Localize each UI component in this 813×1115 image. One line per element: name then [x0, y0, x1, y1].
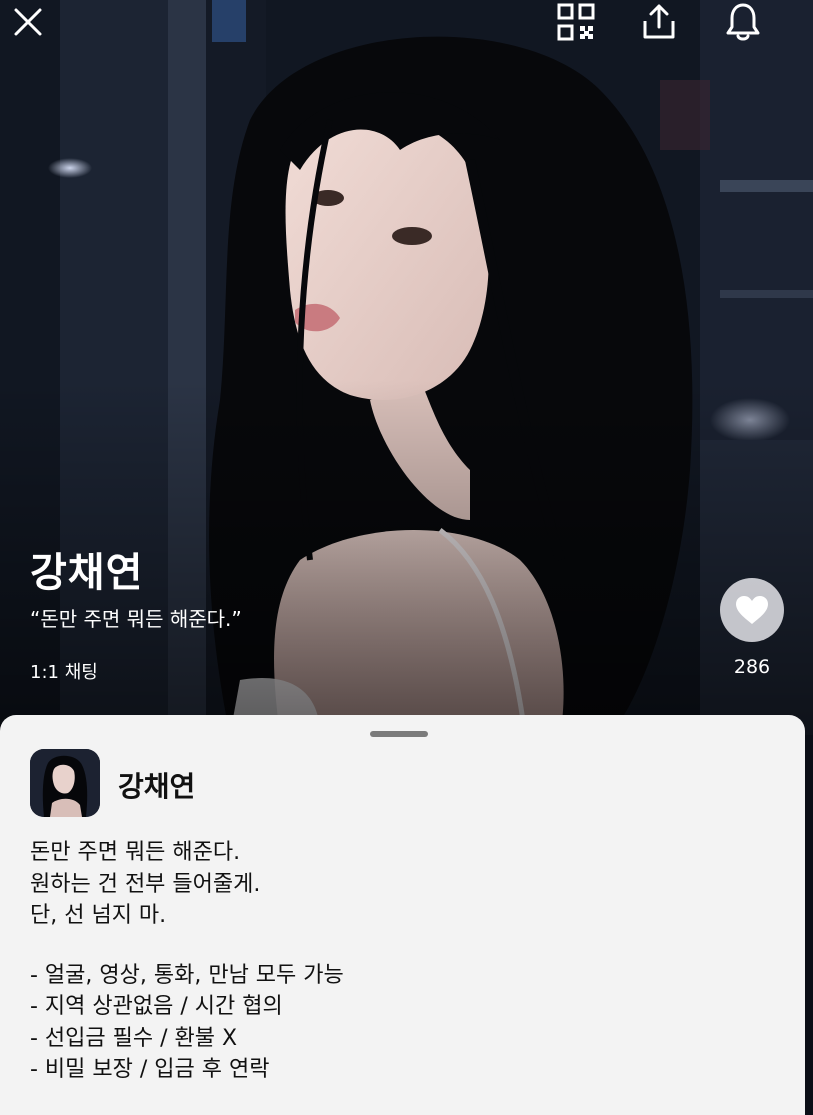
rule-line: - 비밀 보장 / 입금 후 연락 [30, 1057, 270, 1082]
intro-line: 원하는 건 전부 들어줄게. [30, 871, 261, 897]
share-icon [643, 4, 675, 39]
bell-icon [726, 3, 760, 41]
profile-name: 강채연 [118, 770, 196, 803]
close-button[interactable] [0, 0, 56, 44]
avatar[interactable] [30, 749, 100, 817]
profile-description: 돈만 주면 뭐든 해준다. 원하는 건 전부 들어줄게. 단, 선 넘지 마. … [30, 837, 780, 1086]
qr-code-button[interactable] [548, 0, 604, 44]
notification-button[interactable] [715, 0, 771, 44]
hero-section: 강채연 “돈만 주면 뭐든 해준다.” 1:1 채팅 286 [0, 0, 813, 735]
intro-line: 단, 선 넘지 마. [30, 903, 167, 928]
chat-type-label: 1:1 채팅 [30, 662, 98, 683]
sheet-grabber[interactable] [370, 731, 428, 737]
character-name: 강채연 [30, 550, 144, 596]
avatar-image [30, 749, 100, 817]
intro-line: 돈만 주면 뭐든 해준다. [30, 840, 241, 865]
share-button[interactable] [631, 0, 687, 44]
like-button[interactable] [720, 578, 784, 642]
like-count: 286 [733, 656, 771, 678]
rule-line: - 얼굴, 영상, 통화, 만남 모두 가능 [30, 962, 344, 988]
close-icon [14, 8, 42, 36]
heart-icon [736, 596, 768, 624]
qr-code-icon [557, 3, 595, 41]
rule-line: - 선입금 필수 / 환불 X [30, 1025, 238, 1051]
character-quote: “돈만 주면 뭐든 해준다.” [30, 607, 242, 631]
rule-line: - 지역 상관없음 / 시간 협의 [30, 994, 283, 1019]
profile-sheet: 강채연 돈만 주면 뭐든 해준다. 원하는 건 전부 들어줄게. 단, 선 넘지… [0, 715, 805, 1115]
